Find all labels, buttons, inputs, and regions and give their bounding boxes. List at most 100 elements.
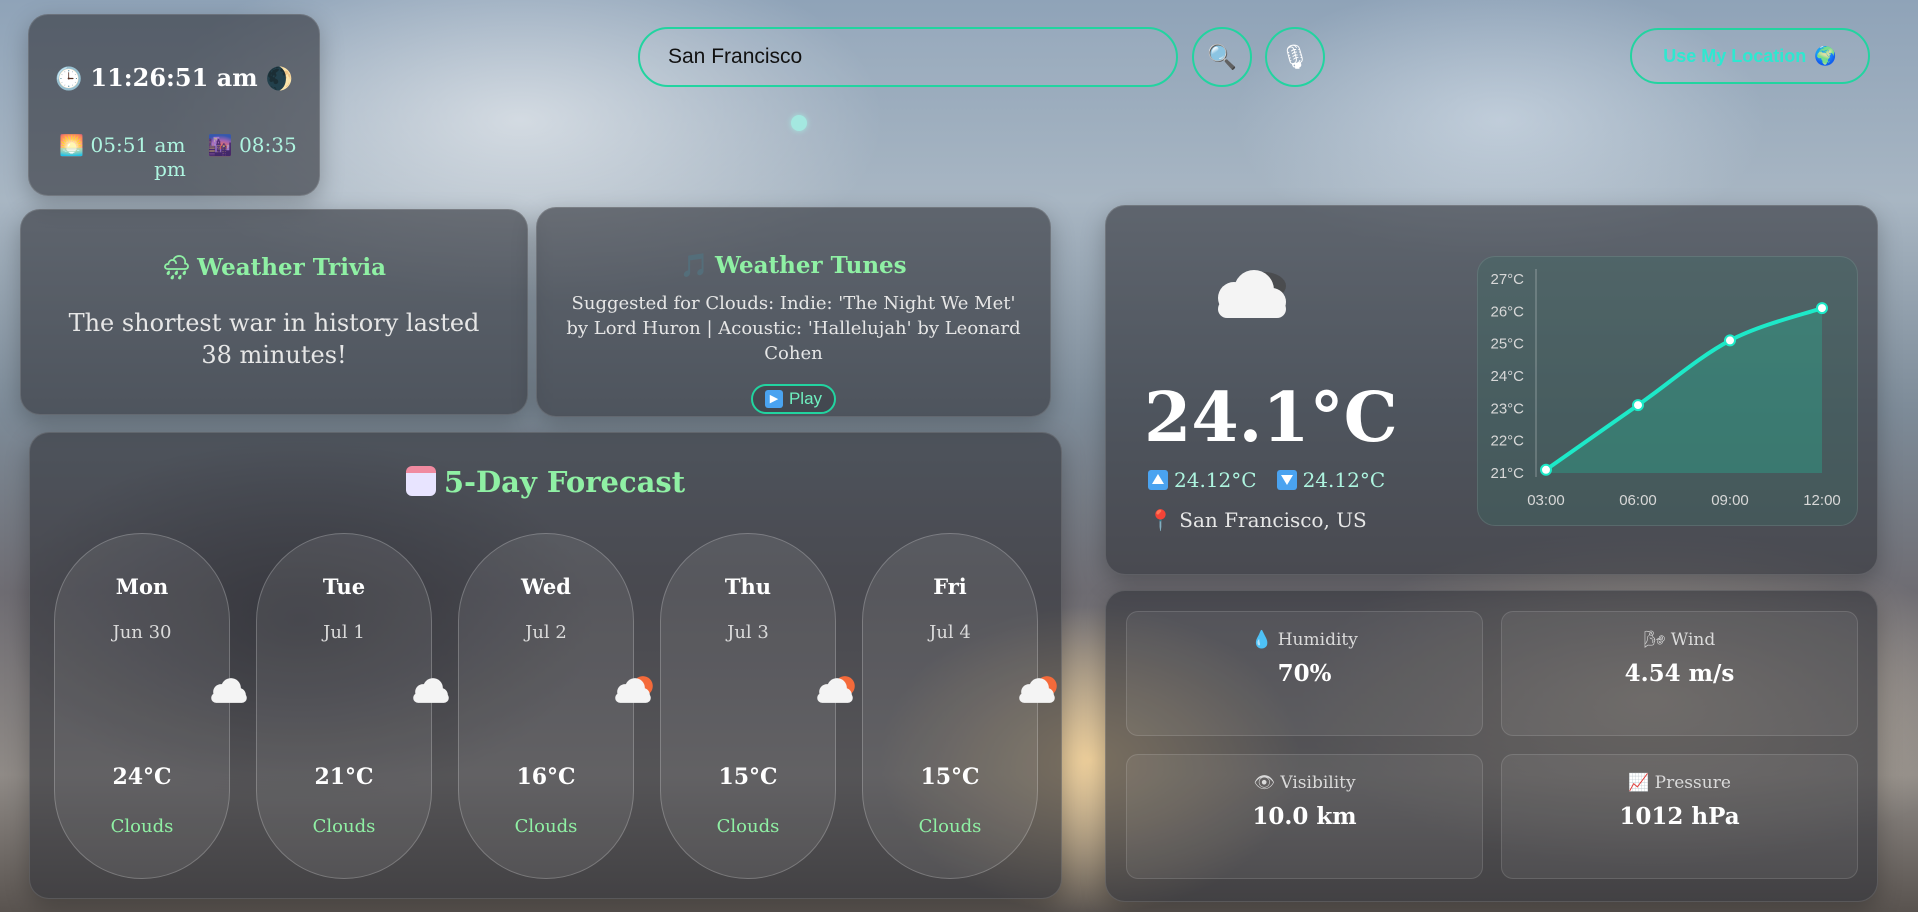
tunes-title-text: Weather Tunes — [715, 252, 907, 279]
forecast-day-date: Jul 3 — [727, 622, 769, 643]
tunes-panel: 🎵 Weather Tunes Suggested for Clouds: Ind… — [536, 207, 1051, 417]
forecast-day-name: Mon — [115, 574, 169, 599]
humidity-value: 70% — [1277, 660, 1332, 687]
forecast-day-name: Fri — [933, 574, 967, 599]
data-point — [1540, 463, 1552, 476]
forecast-panel: 5-Day Forecast Mon Jun 30 24°C Clouds Tue Jul… — [29, 432, 1062, 899]
moon-icon: 🌒 — [265, 67, 294, 92]
data-point — [1724, 334, 1736, 347]
visibility-card: 👁 Visibility 10.0 km — [1126, 754, 1483, 879]
time-row: 🕒 11:26:51 am 🌒 — [29, 63, 319, 92]
y-tick-label: 21°C — [1490, 465, 1524, 482]
forecast-day-desc: Clouds — [312, 816, 376, 837]
chart-increasing-icon: 📈 — [1628, 773, 1650, 793]
data-point — [1632, 399, 1644, 412]
droplet-icon: 💧 — [1251, 630, 1273, 650]
sunrise-icon: 🌅 — [59, 133, 85, 157]
forecast-day-temp: 16°C — [516, 764, 576, 790]
forecast-day-name: Wed — [521, 574, 571, 599]
forecast-day-temp: 15°C — [718, 764, 778, 790]
humidity-label: Humidity — [1277, 630, 1358, 650]
sunset-icon: 🌆 — [207, 133, 233, 157]
voice-button[interactable]: 🎙 — [1265, 27, 1325, 87]
tunes-suggestion: Suggested for Clouds: Indie: 'The Night … — [566, 293, 1021, 364]
forecast-day-card: Fri Jul 4 15°C Clouds — [862, 533, 1057, 879]
loading-dot — [791, 115, 807, 131]
pressure-card: 📈 Pressure 1012 hPa — [1501, 754, 1858, 879]
forecast-day-temp: 21°C — [314, 764, 374, 790]
forecast-day-card: Thu Jul 3 15°C Clouds — [660, 533, 855, 879]
forecast-day-card: Tue Jul 1 21°C Clouds — [256, 533, 449, 879]
search-icon: 🔍 — [1207, 43, 1237, 71]
x-tick-label: 12:00 — [1803, 492, 1841, 509]
trivia-title: 🌧 Weather Trivia — [21, 254, 527, 281]
x-tick-label: 06:00 — [1619, 492, 1657, 509]
current-time: 11:26:51 am — [90, 63, 258, 92]
forecast-day-name: Thu — [724, 574, 772, 599]
pressure-label: Pressure — [1654, 773, 1731, 793]
forecast-day-name: Tue — [322, 574, 366, 599]
pressure-value: 1012 hPa — [1619, 803, 1740, 830]
forecast-day-card: Wed Jul 2 16°C Clouds — [458, 533, 653, 879]
forecast-day-desc: Clouds — [110, 816, 174, 837]
forecast-day-date: Jul 4 — [929, 622, 971, 643]
y-tick-label: 25°C — [1490, 336, 1524, 353]
play-icon: ▶ — [764, 390, 783, 408]
y-tick-label: 26°C — [1490, 303, 1524, 320]
cloud-icon — [1218, 270, 1286, 318]
forecast-day-card: Mon Jun 30 24°C Clouds — [54, 533, 247, 879]
current-location: 📍 San Francisco, US — [1148, 508, 1367, 532]
forecast-day-date: Jul 1 — [323, 622, 365, 643]
use-location-label: Use My Location — [1663, 45, 1807, 66]
wind-card: 🌬 Wind 4.54 m/s — [1501, 611, 1858, 736]
wind-icon: 🌬 — [1643, 630, 1666, 650]
data-point — [1816, 302, 1828, 315]
forecast-day-desc: Clouds — [716, 816, 780, 837]
use-location-button[interactable]: Use My Location 🌍 — [1630, 28, 1870, 84]
location-text: San Francisco, US — [1179, 508, 1367, 532]
pin-icon: 📍 — [1148, 508, 1173, 532]
y-tick-label: 23°C — [1490, 400, 1524, 417]
chart-svg: 21°C 22°C 23°C 24°C 25°C 26°C 27°C 03:00 06:00 09… — [1490, 269, 1841, 509]
x-tick-label: 03:00 — [1527, 492, 1565, 509]
visibility-value: 10.0 km — [1252, 803, 1357, 830]
wind-value: 4.54 m/s — [1624, 660, 1735, 687]
cloud-sun-icon — [1019, 676, 1057, 703]
forecast-title: 5-Day Forecast — [30, 465, 1061, 499]
arrow-up-icon — [1148, 470, 1168, 490]
search-box[interactable] — [638, 27, 1178, 87]
microphone-icon: 🎙 — [1279, 43, 1311, 71]
search-button[interactable]: 🔍 — [1192, 27, 1252, 87]
globe-icon: 🌍 — [1814, 45, 1837, 66]
clock-icon: 🕒 — [54, 67, 83, 92]
wind-label: Wind — [1670, 630, 1716, 650]
trivia-panel: 🌧 Weather Trivia The shortest war in hist… — [20, 209, 528, 415]
play-button[interactable]: ▶ Play — [750, 384, 837, 414]
temperature-chart: 21°C 22°C 23°C 24°C 25°C 26°C 27°C 03:00 06:00 09… — [1477, 256, 1858, 526]
y-tick-label: 22°C — [1490, 433, 1524, 450]
x-tick-label: 09:00 — [1711, 492, 1749, 509]
forecast-day-desc: Clouds — [918, 816, 982, 837]
visibility-label: Visibility — [1280, 773, 1356, 793]
stats-panel: 💧 Humidity 70% 🌬 Wind 4.54 m/s 👁 Visibil… — [1105, 590, 1878, 902]
trivia-fact: The shortest war in history lasted 38 mi… — [68, 309, 480, 369]
high-temp: 24.12°C — [1174, 468, 1257, 492]
y-tick-label: 27°C — [1490, 271, 1524, 288]
trivia-title-text: Weather Trivia — [197, 254, 387, 281]
forecast-day-date: Jul 2 — [525, 622, 567, 643]
humidity-card: 💧 Humidity 70% — [1126, 611, 1483, 736]
eye-icon: 👁 — [1253, 773, 1275, 793]
calendar-icon — [405, 466, 436, 496]
play-label: Play — [788, 389, 823, 408]
search-input[interactable] — [640, 29, 1176, 85]
current-weather-panel: 24.1°C 24.12°C 24.12°C 📍 San Francisco, … — [1105, 205, 1878, 575]
rain-cloud-icon: 🌧 — [161, 254, 192, 281]
current-temperature: 24.1°C — [1144, 378, 1398, 458]
arrow-down-icon — [1276, 470, 1297, 490]
y-tick-label: 24°C — [1490, 368, 1524, 385]
tunes-title: 🎵 Weather Tunes — [537, 252, 1050, 279]
series-area — [1546, 308, 1822, 473]
sunrise-time: 05:51 am — [90, 133, 186, 157]
music-note-icon: 🎵 — [680, 252, 709, 279]
forecast-day-date: Jun 30 — [112, 622, 172, 643]
